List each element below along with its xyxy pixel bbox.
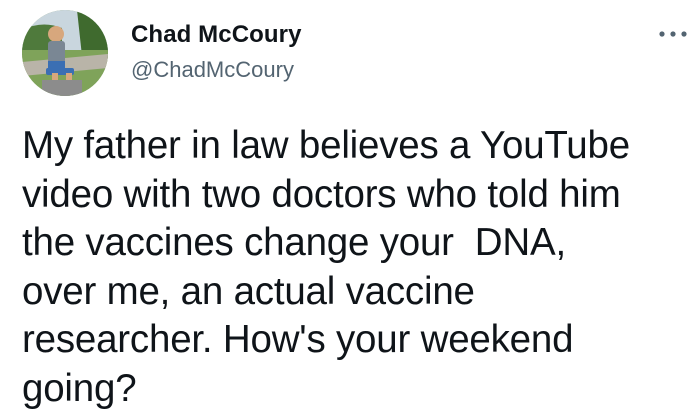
user-handle[interactable]: @ChadMcCoury <box>131 56 294 84</box>
profile-photo-icon <box>22 10 108 96</box>
more-options-button[interactable] <box>653 20 693 48</box>
tweet-text: My father in law believes a YouTube vide… <box>22 124 630 410</box>
avatar[interactable] <box>22 10 108 96</box>
display-name[interactable]: Chad McCoury <box>131 20 302 50</box>
tweet: Chad McCoury @ChadMcCoury My father in l… <box>0 0 700 420</box>
more-horizontal-icon <box>659 31 687 37</box>
